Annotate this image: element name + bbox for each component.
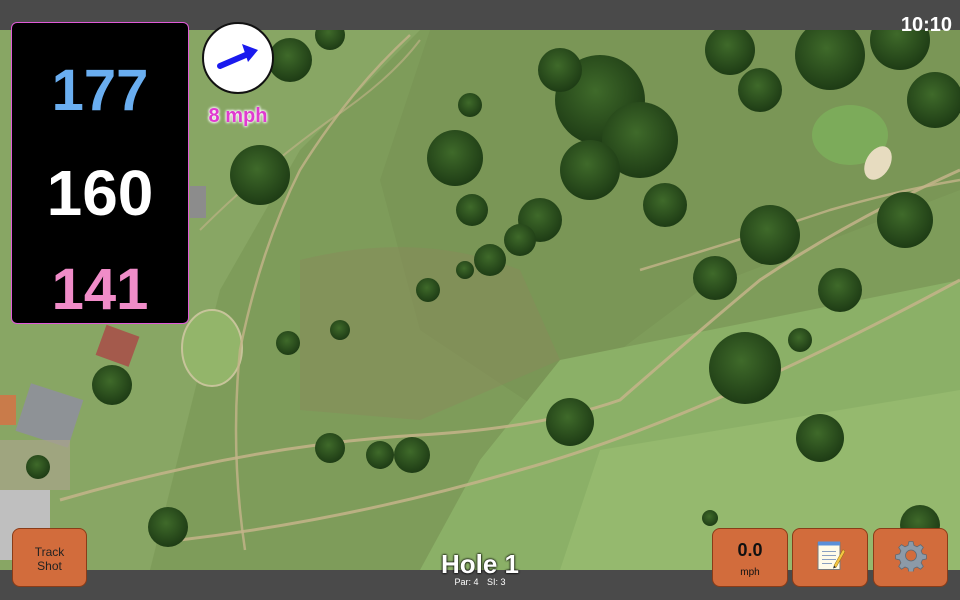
track-shot-button[interactable]: Track Shot: [12, 528, 87, 587]
distance-middle: 160: [46, 157, 154, 229]
hole-info: Par: 4 SI: 3: [380, 577, 580, 587]
wind-direction-indicator[interactable]: [202, 22, 274, 94]
distance-panel[interactable]: 177 160 141: [11, 22, 189, 324]
settings-button[interactable]: [873, 528, 948, 587]
wind-speed-label: 8 mph: [208, 105, 268, 127]
par-label: Par: 4: [454, 577, 479, 587]
wind-speed-value: 0.0: [737, 540, 763, 560]
wind-speed-unit: mph: [740, 567, 760, 578]
notes-button[interactable]: [792, 528, 868, 587]
gear-icon: [894, 539, 927, 576]
notepad-icon: [815, 539, 846, 576]
track-shot-label-line1: Track: [34, 545, 65, 559]
distance-back: 177: [51, 58, 149, 123]
track-shot-label-line2: Shot: [37, 559, 62, 573]
distance-front: 141: [51, 257, 149, 322]
hole-title: Hole 1: [440, 549, 520, 579]
wind-speed-button[interactable]: 0.0 mph: [712, 528, 788, 587]
arrow-icon: [217, 44, 258, 69]
stroke-index-label: SI: 3: [487, 577, 506, 587]
clock: 10:10: [900, 14, 952, 36]
